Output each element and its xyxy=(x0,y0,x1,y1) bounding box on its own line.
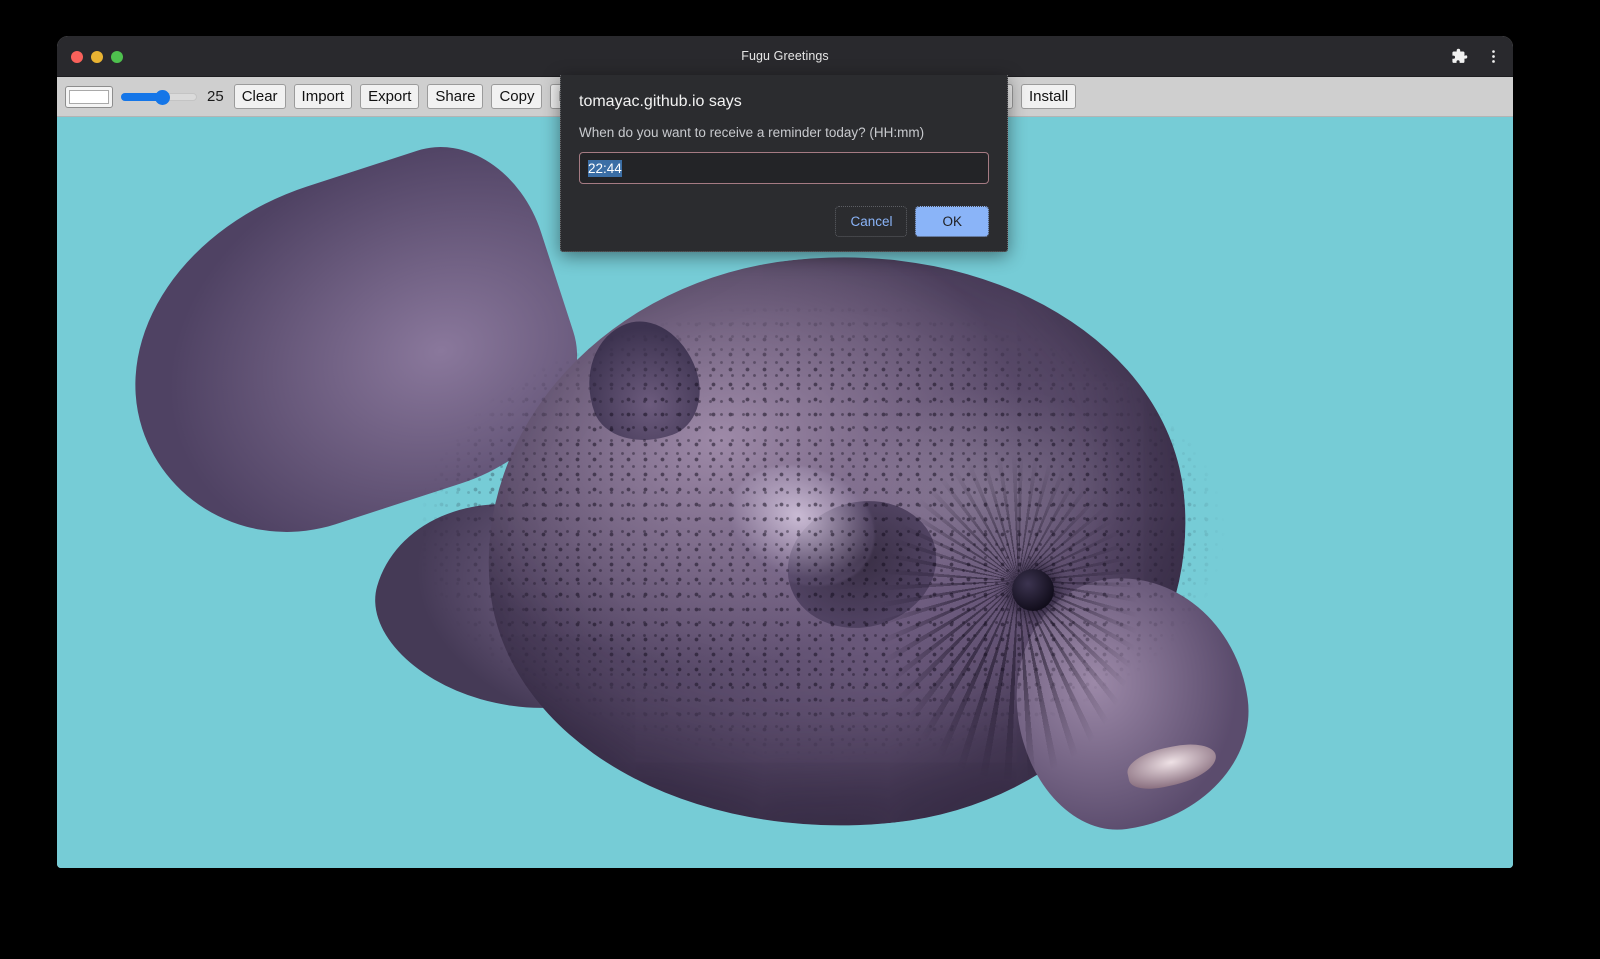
more-menu-icon[interactable] xyxy=(1483,47,1503,67)
import-button[interactable]: Import xyxy=(294,84,353,109)
title-bar: Fugu Greetings xyxy=(57,36,1513,77)
javascript-prompt-dialog: tomayac.github.io says When do you want … xyxy=(560,75,1008,252)
install-button[interactable]: Install xyxy=(1021,84,1076,109)
minimize-window-button[interactable] xyxy=(91,51,103,63)
pen-color-swatch[interactable] xyxy=(65,86,113,108)
maximize-window-button[interactable] xyxy=(111,51,123,63)
close-window-button[interactable] xyxy=(71,51,83,63)
ok-button[interactable]: OK xyxy=(915,206,989,237)
browser-window: Fugu Greetings xyxy=(57,36,1513,868)
reminder-time-value: 22:44 xyxy=(588,160,622,177)
traffic-light-controls xyxy=(71,36,123,77)
window-title: Fugu Greetings xyxy=(57,36,1513,77)
line-width-value: 25 xyxy=(205,88,226,105)
titlebar-actions xyxy=(1449,36,1503,77)
line-width-slider[interactable] xyxy=(121,87,197,107)
reminder-time-input[interactable]: 22:44 xyxy=(579,152,989,184)
dialog-actions: Cancel OK xyxy=(579,206,989,237)
export-button[interactable]: Export xyxy=(360,84,419,109)
copy-button[interactable]: Copy xyxy=(491,84,542,109)
desktop-backdrop: Fugu Greetings xyxy=(0,0,1600,959)
dialog-message-text: When do you want to receive a reminder t… xyxy=(579,125,989,140)
slider-thumb[interactable] xyxy=(155,90,170,105)
pen-color-preview xyxy=(69,90,109,104)
fish-eye xyxy=(1012,569,1054,611)
cancel-button[interactable]: Cancel xyxy=(835,206,907,237)
extensions-icon[interactable] xyxy=(1449,47,1469,67)
clear-button[interactable]: Clear xyxy=(234,84,286,109)
dialog-origin-text: tomayac.github.io says xyxy=(579,93,989,111)
share-button[interactable]: Share xyxy=(427,84,483,109)
